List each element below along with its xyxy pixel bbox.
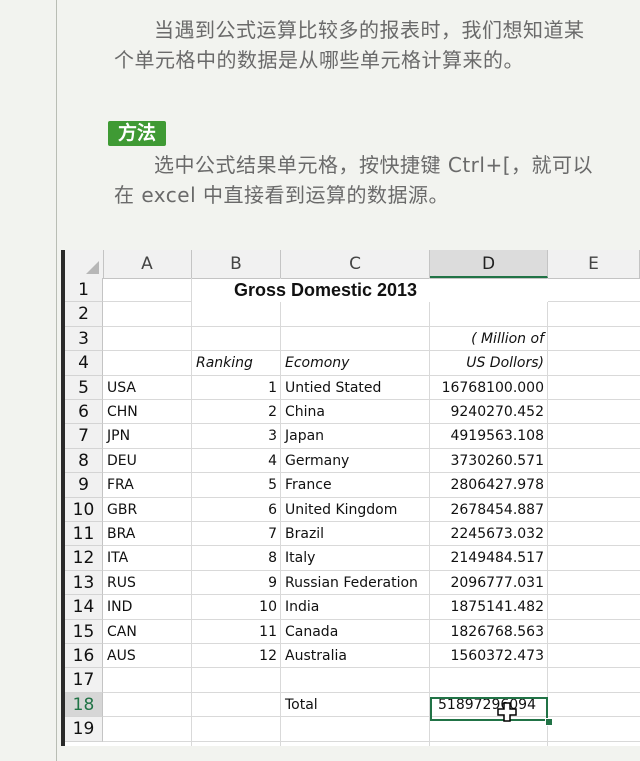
row-header-2[interactable]: 2 bbox=[65, 302, 103, 327]
cell-economy[interactable]: India bbox=[281, 595, 430, 619]
cell-code[interactable]: USA bbox=[103, 376, 192, 400]
cell-code[interactable]: AUS bbox=[103, 644, 192, 668]
cell-code[interactable]: GBR bbox=[103, 498, 192, 522]
cell-economy[interactable]: Canada bbox=[281, 620, 430, 644]
cell-economy[interactable]: Germany bbox=[281, 449, 430, 473]
page-left-rule bbox=[56, 0, 57, 761]
select-all-triangle-icon bbox=[86, 261, 99, 274]
row-header-8[interactable]: 8 bbox=[65, 448, 103, 474]
row-header-4[interactable]: 4 bbox=[65, 351, 103, 376]
selected-cell-d18[interactable] bbox=[430, 697, 548, 721]
row-header-18[interactable]: 18 bbox=[65, 692, 103, 718]
cell-economy[interactable]: Russian Federation bbox=[281, 571, 430, 595]
row-header-3[interactable]: 3 bbox=[65, 326, 103, 352]
row-header-11[interactable]: 11 bbox=[65, 522, 103, 547]
method-paragraph: 选中公式结果单元格，按快捷键 Ctrl+[，就可以在 excel 中直接看到运算… bbox=[114, 153, 594, 207]
cell-code[interactable]: CHN bbox=[103, 400, 192, 424]
cell-gdp[interactable]: 1560372.473 bbox=[430, 644, 548, 668]
row-header-6[interactable]: 6 bbox=[65, 400, 103, 425]
cell-economy[interactable]: Australia bbox=[281, 644, 430, 668]
cell-gdp[interactable]: 16768100.000 bbox=[430, 376, 548, 400]
cell-rank[interactable]: 9 bbox=[192, 571, 281, 595]
cell-economy[interactable]: China bbox=[281, 400, 430, 424]
cell-gdp[interactable]: 9240270.452 bbox=[430, 400, 548, 424]
column-header-b[interactable]: B bbox=[192, 250, 281, 278]
cell-economy[interactable]: Untied Stated bbox=[281, 376, 430, 400]
grid-line-horizontal bbox=[103, 740, 640, 742]
cell-gdp[interactable]: 2678454.887 bbox=[430, 498, 548, 522]
fill-handle[interactable] bbox=[545, 718, 553, 726]
column-header-a[interactable]: A bbox=[103, 250, 192, 278]
method-badge: 方法 bbox=[108, 121, 166, 146]
cell-rank[interactable]: 2 bbox=[192, 400, 281, 424]
column-header-d[interactable]: D bbox=[430, 250, 548, 278]
row-header-5[interactable]: 5 bbox=[65, 375, 103, 400]
intro-paragraph: 当遇到公式运算比较多的报表时，我们想知道某个单元格中的数据是从哪些单元格计算来的… bbox=[114, 18, 585, 72]
cell-gdp[interactable]: 4919563.108 bbox=[430, 424, 548, 448]
cell-rank[interactable]: 3 bbox=[192, 424, 281, 448]
cell-gdp[interactable]: 1826768.563 bbox=[430, 620, 548, 644]
excel-cross-cursor-icon bbox=[497, 702, 517, 722]
cell-economy[interactable]: Japan bbox=[281, 424, 430, 448]
row-header-14[interactable]: 14 bbox=[65, 595, 103, 620]
cell-rank[interactable]: 8 bbox=[192, 546, 281, 570]
cell-gdp[interactable]: 2806427.978 bbox=[430, 473, 548, 497]
cell-code[interactable]: BRA bbox=[103, 522, 192, 546]
cell-code[interactable]: FRA bbox=[103, 473, 192, 497]
cell-code[interactable]: CAN bbox=[103, 620, 192, 644]
cell-economy[interactable]: United Kingdom bbox=[281, 498, 430, 522]
cell-economy[interactable]: France bbox=[281, 473, 430, 497]
cell-rank[interactable]: 6 bbox=[192, 498, 281, 522]
cell-rank[interactable]: 5 bbox=[192, 473, 281, 497]
row-header-7[interactable]: 7 bbox=[65, 424, 103, 449]
header-cell-ranking[interactable]: Ranking bbox=[192, 351, 281, 375]
header-cell-d4[interactable]: US Dollors) bbox=[430, 351, 548, 375]
header-cell-d3[interactable]: ( Million of bbox=[430, 327, 548, 351]
cell-gdp[interactable]: 2245673.032 bbox=[430, 522, 548, 546]
cell-rank[interactable]: 4 bbox=[192, 449, 281, 473]
total-label-cell[interactable]: Total bbox=[281, 693, 430, 717]
sheet-title-cell[interactable]: Gross Domestic 2013 bbox=[103, 278, 548, 302]
row-header-9[interactable]: 9 bbox=[65, 473, 103, 498]
cell-code[interactable]: JPN bbox=[103, 424, 192, 448]
cell-gdp[interactable]: 3730260.571 bbox=[430, 449, 548, 473]
cell-rank[interactable]: 10 bbox=[192, 595, 281, 619]
cell-economy[interactable]: Italy bbox=[281, 546, 430, 570]
row-header-15[interactable]: 15 bbox=[65, 619, 103, 644]
cell-rank[interactable]: 12 bbox=[192, 644, 281, 668]
grid-line-horizontal bbox=[103, 325, 640, 327]
cell-code[interactable]: DEU bbox=[103, 449, 192, 473]
row-header-13[interactable]: 13 bbox=[65, 570, 103, 596]
row-header-12[interactable]: 12 bbox=[65, 546, 103, 571]
row-header-1[interactable]: 1 bbox=[65, 278, 103, 303]
cell-code[interactable]: RUS bbox=[103, 571, 192, 595]
column-header-c[interactable]: C bbox=[281, 250, 430, 278]
select-all-corner[interactable] bbox=[65, 250, 104, 278]
cell-code[interactable]: ITA bbox=[103, 546, 192, 570]
row-header-17[interactable]: 17 bbox=[65, 668, 103, 693]
row-header-16[interactable]: 16 bbox=[65, 644, 103, 669]
row-header-19[interactable]: 19 bbox=[65, 717, 103, 742]
cell-rank[interactable]: 7 bbox=[192, 522, 281, 546]
header-cell-economy[interactable]: Ecomony bbox=[281, 351, 430, 375]
spreadsheet[interactable]: A B C D E 1 2 3 4 5 6 7 8 9 10 11 12 13 14 15 16 17 18 19 Gross … bbox=[61, 250, 640, 746]
cell-economy[interactable]: Brazil bbox=[281, 522, 430, 546]
cell-code[interactable]: IND bbox=[103, 595, 192, 619]
column-header-e[interactable]: E bbox=[548, 250, 640, 278]
cell-gdp[interactable]: 2096777.031 bbox=[430, 571, 548, 595]
cell-gdp[interactable]: 1875141.482 bbox=[430, 595, 548, 619]
cell-rank[interactable]: 1 bbox=[192, 376, 281, 400]
row-header-10[interactable]: 10 bbox=[65, 497, 103, 522]
cell-rank[interactable]: 11 bbox=[192, 620, 281, 644]
cell-gdp[interactable]: 2149484.517 bbox=[430, 546, 548, 570]
